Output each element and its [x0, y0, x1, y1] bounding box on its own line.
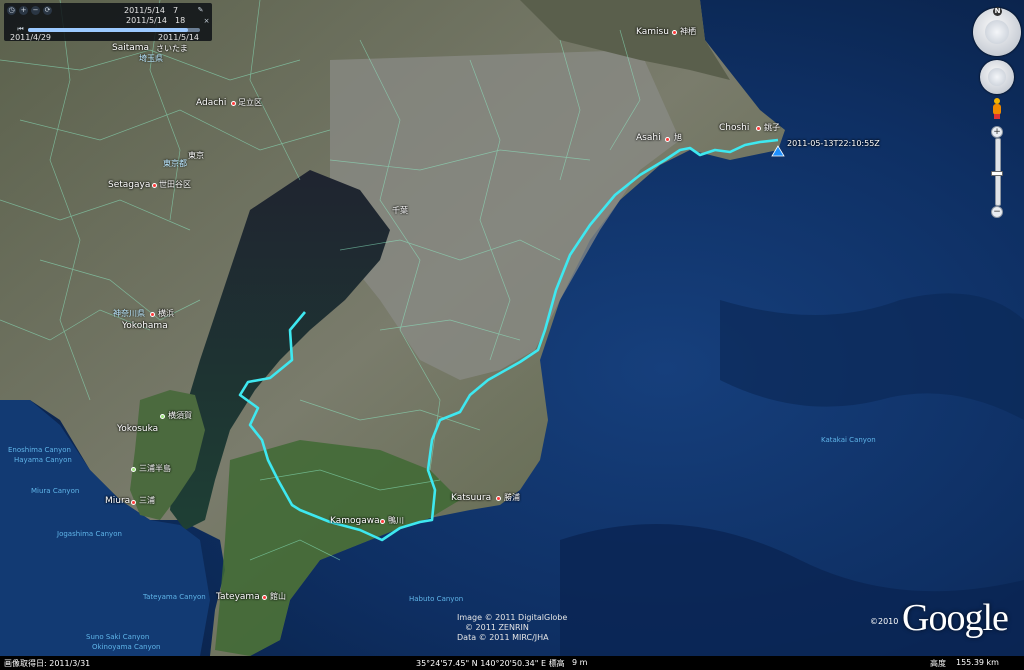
sea-label-jogashima: Jogashima Canyon: [57, 530, 122, 538]
imagery-date: 画像取得日: 2011/3/31: [4, 659, 91, 668]
zoom-in-button[interactable]: +: [991, 126, 1003, 138]
sea-label-miura: Miura Canyon: [31, 487, 80, 495]
satellite-map[interactable]: [0, 0, 1024, 670]
place-label-miura-jp: 三浦: [139, 496, 155, 505]
place-pin[interactable]: [672, 30, 677, 35]
place-label-chiba-jp: 千葉: [392, 206, 408, 215]
place-label-kamisu-jp: 神栖: [680, 27, 696, 36]
sea-label-tateyama: Tateyama Canyon: [143, 593, 206, 601]
place-label-saitama[interactable]: Saitama: [112, 44, 149, 53]
google-logo: Google: [902, 597, 1009, 639]
time-slider-track[interactable]: [28, 28, 200, 32]
zoom-out-button[interactable]: −: [991, 206, 1003, 218]
place-pin[interactable]: [496, 496, 501, 501]
pref-label-miura-hanto: 三浦半島: [139, 464, 171, 473]
zoom-in-time-icon[interactable]: +: [19, 6, 28, 15]
altitude-value: 155.39 km: [956, 658, 999, 667]
attribution-line: Image © 2011 DigitalGlobe: [457, 613, 568, 622]
attribution-line: © 2011 ZENRIN: [465, 623, 529, 632]
place-label-yokohama[interactable]: Yokohama: [122, 322, 168, 331]
time-slider-panel: ◷ + − ⟳ ✎ × 2011/5/14 7 2011/5/14 18 ⏮ 2…: [4, 3, 212, 42]
zoom-out-time-icon[interactable]: −: [31, 6, 40, 15]
time-slider-fill: [28, 28, 188, 32]
track-timestamp-label[interactable]: 2011-05-13T22:10:55Z: [787, 140, 880, 148]
place-label-tateyama[interactable]: Tateyama: [216, 593, 260, 602]
place-pin[interactable]: [152, 183, 157, 188]
sea-label-katakai: Katakai Canyon: [821, 436, 876, 444]
place-label-tateyama-jp: 館山: [270, 592, 286, 601]
place-label-adachi[interactable]: Adachi: [196, 99, 226, 108]
place-label-yokosuka-jp: 横須賀: [168, 411, 192, 420]
imagery-attribution: Image © 2011 DigitalGlobe © 2011 ZENRIN …: [457, 613, 567, 643]
north-icon[interactable]: N: [993, 7, 1002, 16]
place-label-tokyo: 東京: [188, 151, 204, 160]
place-label-yokosuka[interactable]: Yokosuka: [117, 425, 158, 434]
place-label-choshi[interactable]: Choshi: [719, 124, 749, 133]
sea-label-okinoyama: Okinoyama Canyon: [92, 643, 161, 651]
place-label-asahi[interactable]: Asahi: [636, 134, 661, 143]
wrench-icon[interactable]: ✎: [196, 6, 205, 15]
place-label-asahi-jp: 旭: [674, 133, 682, 142]
altitude-label: 高度: [930, 659, 946, 668]
zoom-slider[interactable]: + −: [991, 126, 1003, 218]
pref-label-tokyo: 東京都: [163, 159, 187, 168]
place-pin[interactable]: [231, 101, 236, 106]
sea-label-enoshima: Enoshima Canyon: [8, 446, 71, 454]
refresh-time-icon[interactable]: ⟳: [43, 6, 52, 15]
place-label-yokohama-jp: 横浜: [158, 309, 174, 318]
street-view-pegman-icon[interactable]: [991, 98, 1003, 120]
place-pin[interactable]: [160, 414, 165, 419]
place-label-adachi-jp: 足立区: [238, 98, 262, 107]
place-pin[interactable]: [131, 467, 136, 472]
place-pin[interactable]: [665, 137, 670, 142]
sea-label-habuto: Habuto Canyon: [409, 595, 464, 603]
place-label-saitama-jp: さいたま: [156, 44, 188, 53]
place-label-setagaya[interactable]: Setagaya: [108, 181, 150, 190]
place-label-choshi-jp: 銚子: [764, 123, 780, 132]
move-joystick[interactable]: [988, 68, 1006, 86]
sea-label-hayama: Hayama Canyon: [14, 456, 72, 464]
place-label-katsuura-jp: 勝浦: [504, 493, 520, 502]
pref-label-kanagawa: 神奈川県: [113, 309, 145, 318]
pointer-coordinates: 35°24'57.45" N 140°20'50.34" E 標高: [416, 659, 565, 668]
place-label-kamisu[interactable]: Kamisu: [636, 28, 669, 37]
place-label-kamogawa[interactable]: Kamogawa: [330, 517, 380, 526]
look-control[interactable]: N: [973, 7, 1021, 56]
attribution-line: Data © 2011 MIRC/JHA: [457, 633, 549, 642]
place-label-setagaya-jp: 世田谷区: [159, 180, 191, 189]
place-pin[interactable]: [131, 500, 136, 505]
clock-icon[interactable]: ◷: [7, 6, 16, 15]
place-pin[interactable]: [380, 519, 385, 524]
time-range-end: 2011/5/14: [158, 33, 200, 42]
place-pin[interactable]: [150, 312, 155, 317]
zoom-knob[interactable]: [991, 171, 1003, 176]
look-joystick[interactable]: [985, 20, 1009, 44]
place-pin[interactable]: [262, 595, 267, 600]
place-label-katsuura[interactable]: Katsuura: [451, 494, 491, 503]
elevation-value: 9 m: [572, 658, 588, 667]
place-label-miura[interactable]: Miura: [105, 497, 130, 506]
time-range-start: 2011/4/29: [10, 33, 52, 42]
pref-label-saitama: 埼玉県: [139, 54, 163, 63]
google-copyright-year: ©2010: [870, 617, 899, 626]
close-icon[interactable]: ×: [202, 17, 211, 26]
sea-label-sunosaki: Suno Saki Canyon: [86, 633, 150, 641]
move-control[interactable]: [980, 60, 1014, 94]
place-pin[interactable]: [756, 126, 761, 131]
place-label-kamogawa-jp: 鴨川: [388, 516, 404, 525]
status-bar: 画像取得日: 2011/3/31 35°24'57.45" N 140°20'5…: [0, 656, 1024, 670]
current-time-end: 2011/5/14 18: [126, 16, 186, 25]
